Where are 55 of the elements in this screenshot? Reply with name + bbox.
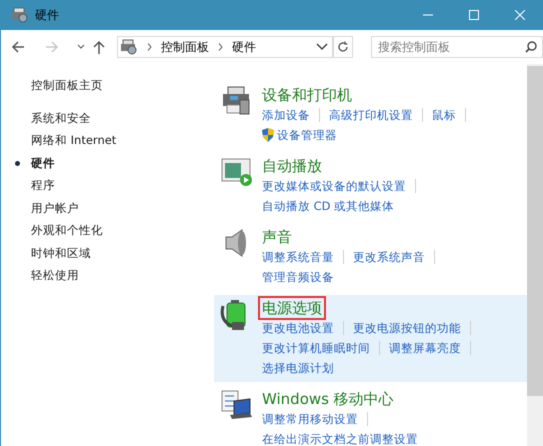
sidebar-item[interactable]: 时钟和区域: [31, 242, 206, 264]
sidebar-item[interactable]: 网络和 Internet: [31, 130, 206, 152]
task-link[interactable]: 设备管理器: [262, 128, 337, 142]
refresh-button[interactable]: [332, 36, 353, 58]
chevron-icon: [147, 43, 152, 51]
task-link[interactable]: 调整系统音量: [262, 250, 334, 264]
dropdown-icon[interactable]: [316, 43, 328, 51]
task-link[interactable]: 鼠标: [432, 108, 456, 122]
sidebar-item[interactable]: 轻松使用: [31, 264, 206, 287]
autoplay-icon: [220, 156, 254, 188]
category-title[interactable]: 电源选项: [260, 298, 324, 318]
back-arrow-icon: [11, 41, 25, 53]
task-link[interactable]: 管理音频设备: [262, 270, 334, 284]
task-link[interactable]: 更改系统声音: [353, 250, 425, 264]
category-title[interactable]: 声音: [260, 227, 294, 247]
laptop-icon: [220, 389, 254, 421]
task-link[interactable]: 更改媒体或设备的默认设置: [262, 178, 406, 194]
task-link[interactable]: 更改计算机睡眠时间: [262, 340, 370, 356]
sidebar-item[interactable]: 用户帐户: [31, 197, 206, 220]
shield-icon: [262, 128, 274, 142]
close-icon: [515, 10, 525, 20]
bullet-icon: [15, 161, 20, 166]
task-link[interactable]: 更改电源按钮的功能: [353, 320, 461, 336]
task-link[interactable]: 高级打印机设置: [329, 108, 413, 122]
refresh-icon: [336, 41, 349, 53]
breadcrumb[interactable]: 控制面板: [161, 38, 209, 56]
sidebar-item[interactable]: 硬件: [31, 152, 206, 174]
up-button[interactable]: [91, 38, 107, 56]
task-link[interactable]: 调整屏幕亮度: [389, 340, 461, 356]
task-link[interactable]: 调整常用移动设置: [262, 412, 358, 426]
search-icon: [525, 41, 537, 53]
sidebar-item[interactable]: 外观和个性化: [31, 220, 206, 242]
task-link[interactable]: 选择电源计划: [262, 360, 334, 376]
category-title[interactable]: 设备和打印机: [260, 85, 354, 105]
task-link[interactable]: 在给出演示文档之前调整设置: [262, 432, 418, 446]
search-field[interactable]: 搜索控制面板: [371, 36, 543, 58]
category-title[interactable]: Windows 移动中心: [260, 389, 396, 409]
address-bar[interactable]: 控制面板 硬件: [117, 36, 333, 58]
window-title: 硬件: [35, 6, 60, 24]
sidebar-item[interactable]: 程序: [31, 174, 206, 197]
up-arrow-icon: [93, 40, 105, 54]
breadcrumb[interactable]: 硬件: [232, 38, 256, 56]
sidebar-item[interactable]: 系统和安全: [31, 107, 206, 130]
maximize-icon: [469, 10, 479, 20]
control-panel-icon: [120, 39, 138, 55]
hardware-icon: [11, 7, 29, 23]
chevron-icon: [218, 43, 223, 51]
forward-arrow-icon: [45, 41, 59, 53]
task-link[interactable]: 自动播放 CD 或其他媒体: [262, 198, 394, 214]
caret-icon: [77, 44, 85, 50]
task-link[interactable]: 更改电池设置: [262, 320, 334, 336]
sidebar-home-link[interactable]: 控制面板主页: [31, 78, 206, 93]
category-title[interactable]: 自动播放: [260, 156, 324, 176]
task-link[interactable]: 添加设备: [262, 108, 310, 122]
back-button[interactable]: [9, 39, 27, 55]
